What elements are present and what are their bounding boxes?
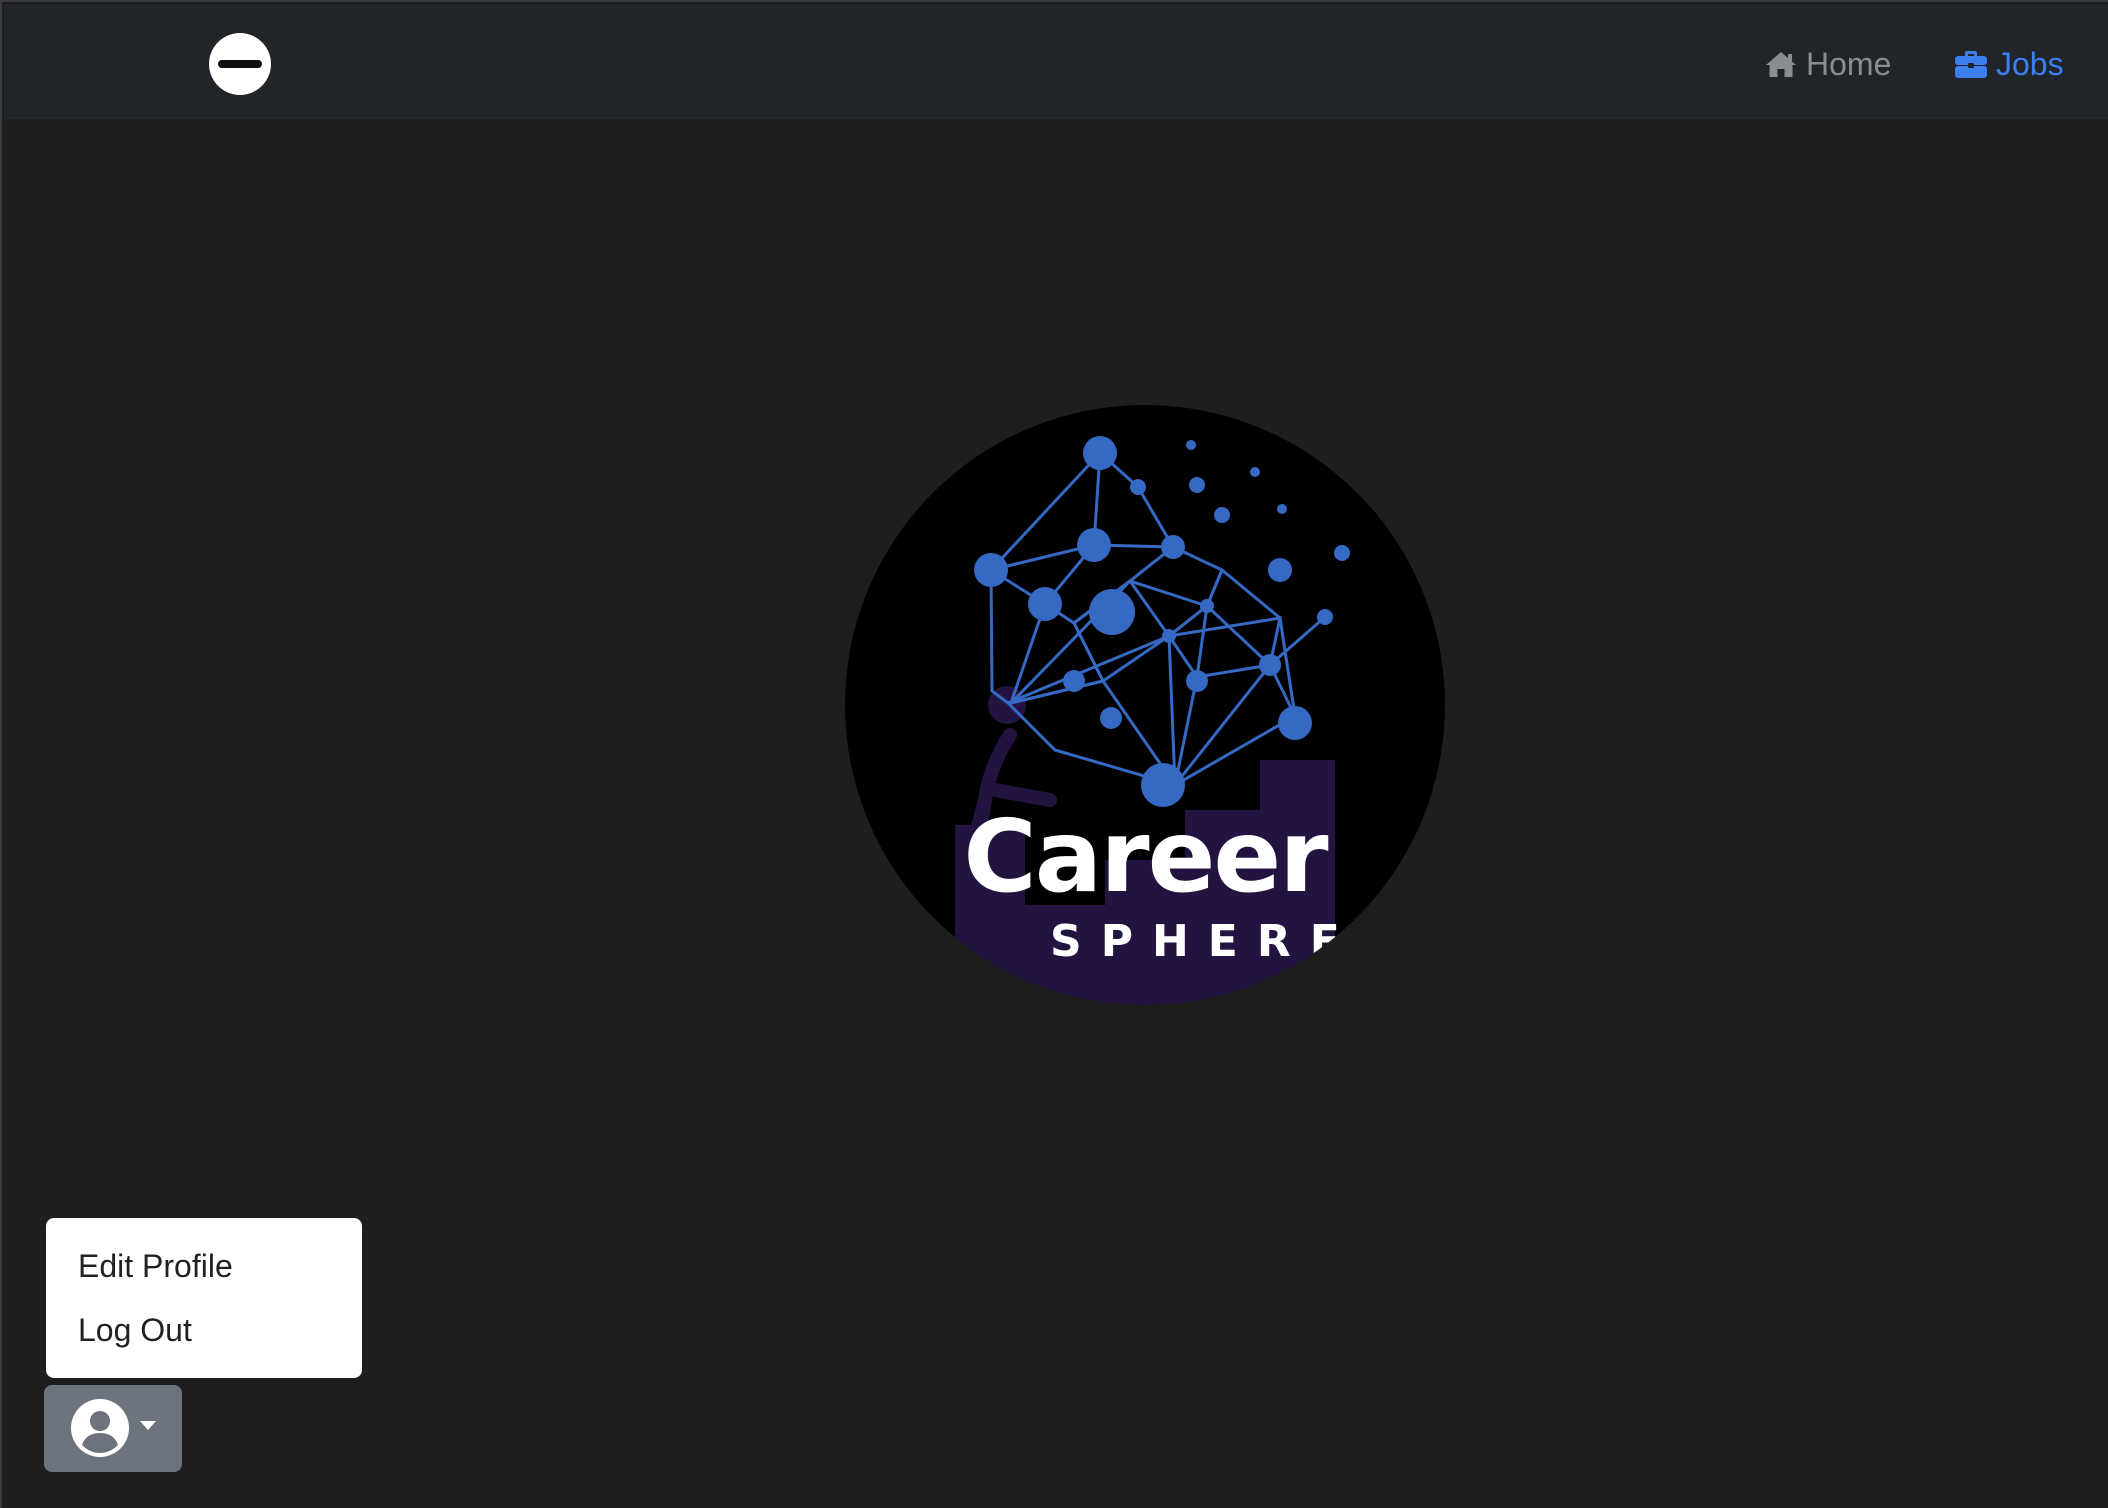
user-menu-toggle-button[interactable] <box>44 1385 182 1472</box>
career-sphere-logo: Career SPHERE <box>845 405 1445 1005</box>
home-icon <box>1764 49 1798 79</box>
briefcase-icon <box>1954 49 1988 79</box>
nav-link-label: Home <box>1806 45 1892 82</box>
nav-link-label: Jobs <box>1996 45 2064 82</box>
nav-link-jobs[interactable]: Jobs <box>1954 40 2064 88</box>
user-circle-icon <box>70 1398 130 1458</box>
logo-network-nodes <box>974 436 1350 807</box>
logo-artwork <box>953 436 1350 1005</box>
logo-title: Career <box>963 798 1328 915</box>
minus-circle-icon[interactable] <box>209 33 271 95</box>
logo-subtitle: SPHERE <box>1050 916 1359 967</box>
nav-link-home[interactable]: Home <box>1764 40 1891 88</box>
top-navbar: Home Jobs <box>4 4 2108 119</box>
caret-down-icon <box>140 1421 156 1430</box>
log-out-menu-item[interactable]: Log Out <box>46 1308 362 1372</box>
app-window: Home Jobs Career SPHERE Edit Profile Log… <box>0 0 2108 1508</box>
minus-bar <box>218 60 262 68</box>
edit-profile-menu-item[interactable]: Edit Profile <box>46 1244 362 1308</box>
user-dropdown-menu: Edit Profile Log Out <box>46 1218 362 1378</box>
